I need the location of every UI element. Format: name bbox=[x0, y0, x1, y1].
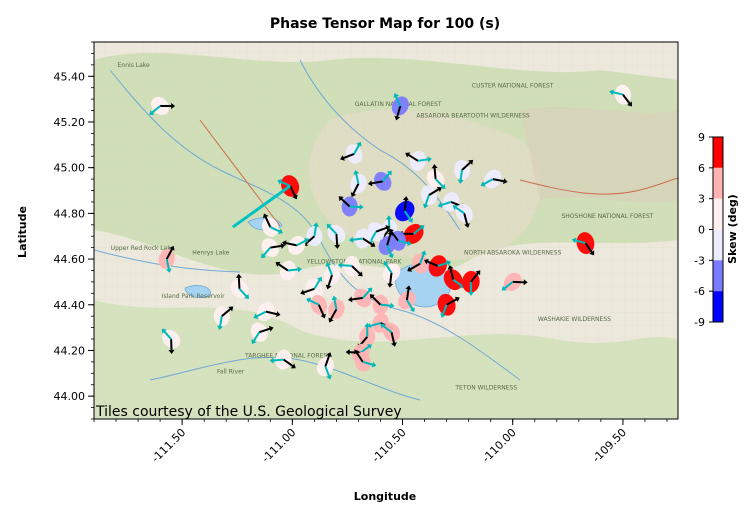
colorbar: 9 6 3 0 -3 -6 -9 bbox=[694, 131, 724, 329]
y-tick-label: 45.40 bbox=[54, 70, 86, 83]
x-tick-label: -110.00 bbox=[480, 426, 519, 465]
x-tick-label: -109.50 bbox=[590, 426, 629, 465]
x-axis-label: Longitude bbox=[354, 490, 416, 503]
map-label: Henrys Lake bbox=[192, 249, 229, 256]
map-label: CUSTER NATIONAL FOREST bbox=[472, 83, 554, 90]
map-label: Island Park Reservoir bbox=[162, 293, 225, 300]
induction-arrow-real bbox=[335, 233, 339, 246]
x-tick-label: -111.00 bbox=[259, 426, 298, 465]
colorbar-tick-label: 9 bbox=[698, 131, 705, 144]
y-axis-label: Latitude bbox=[16, 206, 29, 258]
map-label: ABSAROKA BEARTOOTH WILDERNESS bbox=[416, 112, 530, 119]
map-label: Fall River bbox=[217, 368, 245, 375]
x-tick-label: -110.50 bbox=[369, 426, 408, 465]
colorbar-tick-label: 0 bbox=[698, 224, 705, 237]
induction-arrow-real bbox=[237, 276, 241, 289]
induction-arrow-imag bbox=[351, 237, 363, 241]
map-label: Ennis Lake bbox=[118, 62, 150, 69]
induction-arrow-real bbox=[433, 167, 437, 180]
induction-arrow-imag bbox=[380, 303, 392, 307]
phase-tensor-figure: Phase Tensor Map for 100 (s) GALLATIN NA… bbox=[16, 16, 739, 503]
colorbar-segment bbox=[713, 137, 723, 168]
x-tick-label: -111.50 bbox=[149, 426, 188, 465]
y-tick-label: 44.60 bbox=[54, 253, 86, 266]
y-axis: 44.00 44.20 44.40 44.60 44.80 45.00 45.20 45.40 bbox=[54, 41, 94, 420]
colorbar-tick-label: -9 bbox=[694, 316, 705, 329]
colorbar-tick-label: -6 bbox=[694, 285, 705, 298]
colorbar-tick-label: -3 bbox=[694, 254, 705, 267]
colorbar-segment bbox=[713, 229, 723, 261]
colorbar-tick-label: 3 bbox=[698, 193, 705, 206]
colorbar-segment bbox=[713, 198, 723, 230]
map-label: SHOSHONE NATIONAL FOREST bbox=[561, 213, 653, 220]
chart-title: Phase Tensor Map for 100 (s) bbox=[270, 16, 500, 32]
colorbar-segment bbox=[713, 291, 723, 322]
x-axis: -111.50 -111.00 -110.50 -110.00 -109.50 bbox=[93, 419, 668, 465]
y-tick-label: 44.40 bbox=[54, 299, 86, 312]
induction-arrow-real bbox=[403, 199, 407, 212]
colorbar-label: Skew (deg) bbox=[726, 194, 739, 264]
colorbar-segment bbox=[713, 167, 723, 199]
induction-arrow-imag bbox=[272, 358, 284, 362]
attribution-text: Tiles courtesy of the U.S. Geological Su… bbox=[95, 404, 402, 420]
induction-arrow-imag bbox=[349, 205, 361, 209]
y-tick-label: 44.80 bbox=[54, 207, 86, 220]
y-tick-label: 45.00 bbox=[54, 162, 86, 175]
induction-arrow-imag bbox=[287, 268, 299, 272]
map-label: TETON WILDERNESS bbox=[454, 384, 517, 391]
colorbar-segment bbox=[713, 260, 723, 292]
y-tick-label: 45.20 bbox=[54, 116, 86, 129]
map-label: NORTH ABSAROKA WILDERNESS bbox=[464, 249, 562, 256]
colorbar-tick-label: 6 bbox=[698, 162, 705, 175]
map-label: WASHAKIE WILDERNESS bbox=[538, 316, 611, 323]
y-tick-label: 44.00 bbox=[54, 390, 86, 403]
y-tick-label: 44.20 bbox=[54, 344, 86, 357]
induction-arrow-imag bbox=[340, 264, 352, 267]
